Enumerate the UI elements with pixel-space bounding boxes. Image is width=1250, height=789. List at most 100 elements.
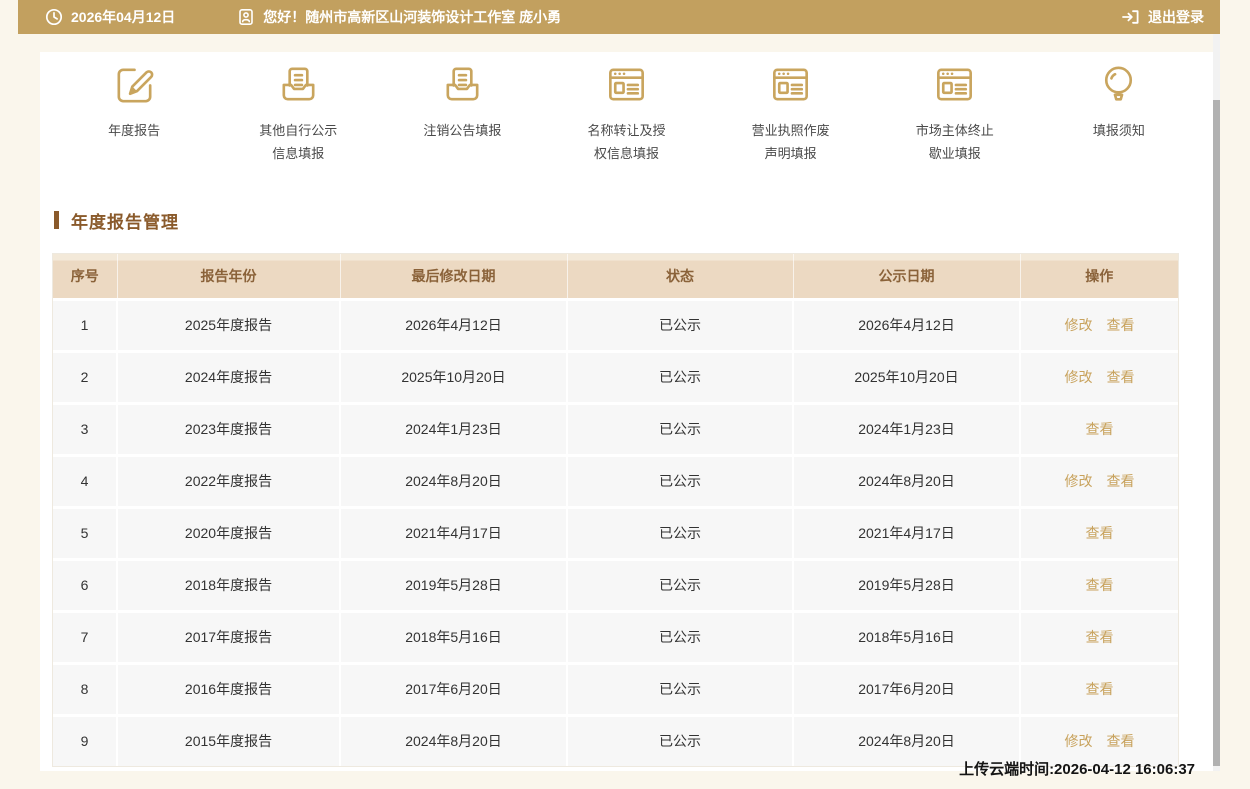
modify-link[interactable]: 修改 (1065, 473, 1093, 489)
column-header: 报告年份 (117, 254, 340, 300)
content-card: 年度报告 其他自行公示信息填报 注销公告填报 名称转让及授权信息填报 营业执照作… (40, 52, 1213, 771)
table-row: 72017年度报告2018年5月16日已公示2018年5月16日查看 (53, 611, 1178, 663)
table-row: 62018年度报告2019年5月28日已公示2019年5月28日查看 (53, 559, 1178, 611)
view-link[interactable]: 查看 (1107, 369, 1135, 385)
report-year-cell: 2023年度报告 (117, 403, 340, 455)
view-link[interactable]: 查看 (1086, 421, 1114, 437)
published-date-cell: 2024年8月20日 (793, 455, 1020, 507)
published-date-cell: 2018年5月16日 (793, 611, 1020, 663)
modified-date-cell: 2019年5月28日 (340, 559, 567, 611)
row-number-cell: 3 (53, 403, 117, 455)
view-link[interactable]: 查看 (1086, 577, 1114, 593)
table-row: 82016年度报告2017年6月20日已公示2017年6月20日查看 (53, 663, 1178, 715)
row-number-cell: 9 (53, 715, 117, 766)
row-number-cell: 8 (53, 663, 117, 715)
scrollbar-thumb[interactable] (1213, 100, 1220, 766)
status-cell: 已公示 (567, 611, 793, 663)
nav-item-4[interactable]: 名称转让及授权信息填报 (544, 58, 708, 166)
logout-label: 退出登录 (1148, 7, 1204, 27)
modify-link[interactable]: 修改 (1065, 369, 1093, 385)
section-marker (54, 211, 59, 229)
modified-date-cell: 2021年4月17日 (340, 507, 567, 559)
nav-item-5[interactable]: 营业执照作废声明填报 (709, 58, 873, 166)
nav-item-label: 市场主体终止歇业填报 (911, 120, 999, 166)
window-icon (931, 58, 978, 108)
annual-report-table: 序号报告年份最后修改日期状态公示日期操作 12025年度报告2026年4月12日… (52, 253, 1179, 767)
status-cell: 已公示 (567, 403, 793, 455)
view-link[interactable]: 查看 (1107, 473, 1135, 489)
scrollbar[interactable] (1213, 34, 1220, 771)
topbar: 2026年04月12日 您好！随州市高新区山河装饰设计工作室 庞小勇 (18, 0, 1220, 34)
edit-icon (111, 58, 158, 108)
section-header: 年度报告管理 (54, 208, 1213, 233)
report-year-cell: 2025年度报告 (117, 299, 340, 351)
actions-cell: 查看 (1020, 507, 1178, 559)
nav-item-label: 填报须知 (1093, 120, 1145, 143)
view-link[interactable]: 查看 (1086, 681, 1114, 697)
modified-date-cell: 2026年4月12日 (340, 299, 567, 351)
row-number-cell: 5 (53, 507, 117, 559)
user-greeting: 您好！随州市高新区山河装饰设计工作室 庞小勇 (237, 7, 561, 27)
published-date-cell: 2026年4月12日 (793, 299, 1020, 351)
view-link[interactable]: 查看 (1086, 629, 1114, 645)
section-title: 年度报告管理 (71, 208, 179, 233)
bulb-icon (1095, 58, 1142, 108)
row-number-cell: 6 (53, 559, 117, 611)
status-cell: 已公示 (567, 299, 793, 351)
report-year-cell: 2024年度报告 (117, 351, 340, 403)
table-row: 42022年度报告2024年8月20日已公示2024年8月20日修改查看 (53, 455, 1178, 507)
nav-item-3[interactable]: 注销公告填报 (380, 58, 544, 166)
row-number-cell: 1 (53, 299, 117, 351)
column-header: 序号 (53, 254, 117, 300)
status-cell: 已公示 (567, 559, 793, 611)
row-number-cell: 7 (53, 611, 117, 663)
actions-cell: 修改查看 (1020, 351, 1178, 403)
modify-link[interactable]: 修改 (1065, 733, 1093, 749)
nav-item-2[interactable]: 其他自行公示信息填报 (216, 58, 380, 166)
report-year-cell: 2017年度报告 (117, 611, 340, 663)
actions-cell: 修改查看 (1020, 455, 1178, 507)
status-cell: 已公示 (567, 663, 793, 715)
view-link[interactable]: 查看 (1086, 525, 1114, 541)
modified-date-cell: 2024年8月20日 (340, 715, 567, 766)
published-date-cell: 2021年4月17日 (793, 507, 1020, 559)
column-header: 操作 (1020, 254, 1178, 300)
nav-item-label: 注销公告填报 (423, 120, 501, 143)
table-row: 32023年度报告2024年1月23日已公示2024年1月23日查看 (53, 403, 1178, 455)
actions-cell: 查看 (1020, 559, 1178, 611)
clock-icon (45, 8, 63, 26)
nav-item-6[interactable]: 市场主体终止歇业填报 (873, 58, 1037, 166)
actions-cell: 查看 (1020, 403, 1178, 455)
status-cell: 已公示 (567, 715, 793, 766)
nav-item-1[interactable]: 年度报告 (52, 58, 216, 166)
modify-link[interactable]: 修改 (1065, 317, 1093, 333)
logout-button[interactable]: 退出登录 (1120, 7, 1204, 27)
row-number-cell: 2 (53, 351, 117, 403)
actions-cell: 查看 (1020, 611, 1178, 663)
report-year-cell: 2016年度报告 (117, 663, 340, 715)
published-date-cell: 2025年10月20日 (793, 351, 1020, 403)
greeting-text: 您好！随州市高新区山河装饰设计工作室 庞小勇 (263, 7, 561, 27)
table-row: 12025年度报告2026年4月12日已公示2026年4月12日修改查看 (53, 299, 1178, 351)
column-header: 状态 (567, 254, 793, 300)
actions-cell: 修改查看 (1020, 299, 1178, 351)
report-year-cell: 2020年度报告 (117, 507, 340, 559)
upload-time-note: 上传云端时间:2026-04-12 16:06:37 (959, 758, 1195, 779)
published-date-cell: 2017年6月20日 (793, 663, 1020, 715)
date-display: 2026年04月12日 (45, 7, 175, 27)
modified-date-cell: 2024年8月20日 (340, 455, 567, 507)
view-link[interactable]: 查看 (1107, 733, 1135, 749)
actions-cell: 查看 (1020, 663, 1178, 715)
inbox-doc-icon (275, 58, 322, 108)
nav-item-label: 其他自行公示信息填报 (254, 120, 342, 166)
published-date-cell: 2024年1月23日 (793, 403, 1020, 455)
status-cell: 已公示 (567, 351, 793, 403)
inbox-doc-icon (439, 58, 486, 108)
view-link[interactable]: 查看 (1107, 317, 1135, 333)
status-cell: 已公示 (567, 455, 793, 507)
window-icon (603, 58, 650, 108)
nav-item-7[interactable]: 填报须知 (1037, 58, 1201, 166)
page: 2026年04月12日 您好！随州市高新区山河装饰设计工作室 庞小勇 (0, 0, 1250, 789)
column-header: 最后修改日期 (340, 254, 567, 300)
logout-icon (1120, 8, 1140, 26)
